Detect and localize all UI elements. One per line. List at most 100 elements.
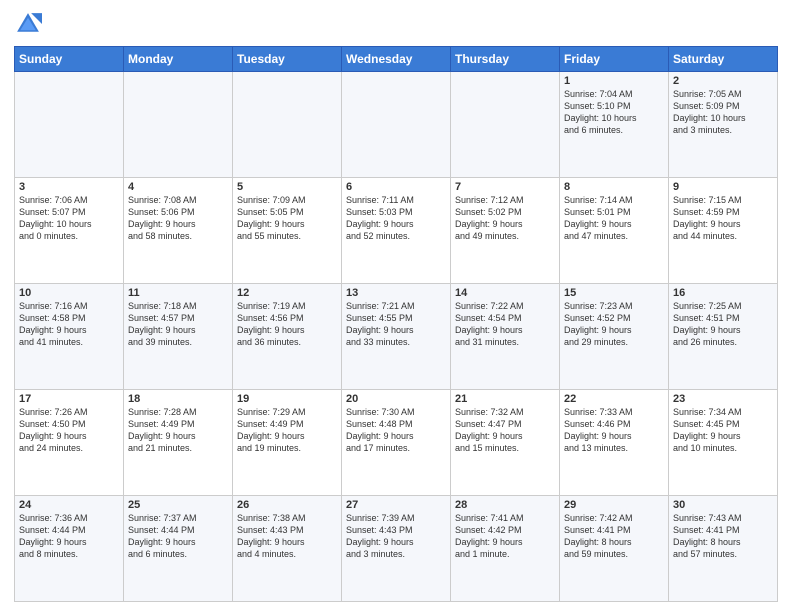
cell-info: Sunrise: 7:23 AM Sunset: 4:52 PM Dayligh… [564,300,664,349]
day-number: 24 [19,499,119,511]
cell-info: Sunrise: 7:16 AM Sunset: 4:58 PM Dayligh… [19,300,119,349]
cell-info: Sunrise: 7:14 AM Sunset: 5:01 PM Dayligh… [564,194,664,243]
calendar-cell: 12Sunrise: 7:19 AM Sunset: 4:56 PM Dayli… [233,284,342,390]
weekday-header-thursday: Thursday [451,47,560,72]
calendar-cell: 3Sunrise: 7:06 AM Sunset: 5:07 PM Daylig… [15,178,124,284]
day-number: 29 [564,499,664,511]
day-number: 28 [455,499,555,511]
day-number: 22 [564,393,664,405]
cell-info: Sunrise: 7:05 AM Sunset: 5:09 PM Dayligh… [673,88,773,137]
calendar-cell: 1Sunrise: 7:04 AM Sunset: 5:10 PM Daylig… [560,72,669,178]
calendar-cell: 26Sunrise: 7:38 AM Sunset: 4:43 PM Dayli… [233,496,342,602]
logo-icon [14,10,42,38]
weekday-header-saturday: Saturday [669,47,778,72]
day-number: 13 [346,287,446,299]
day-number: 4 [128,181,228,193]
calendar-cell: 18Sunrise: 7:28 AM Sunset: 4:49 PM Dayli… [124,390,233,496]
weekday-header-friday: Friday [560,47,669,72]
day-number: 3 [19,181,119,193]
calendar-cell [15,72,124,178]
day-number: 30 [673,499,773,511]
calendar-row-1: 3Sunrise: 7:06 AM Sunset: 5:07 PM Daylig… [15,178,778,284]
cell-info: Sunrise: 7:26 AM Sunset: 4:50 PM Dayligh… [19,406,119,455]
cell-info: Sunrise: 7:06 AM Sunset: 5:07 PM Dayligh… [19,194,119,243]
day-number: 21 [455,393,555,405]
cell-info: Sunrise: 7:28 AM Sunset: 4:49 PM Dayligh… [128,406,228,455]
header [14,10,778,38]
day-number: 2 [673,75,773,87]
calendar-row-3: 17Sunrise: 7:26 AM Sunset: 4:50 PM Dayli… [15,390,778,496]
cell-info: Sunrise: 7:11 AM Sunset: 5:03 PM Dayligh… [346,194,446,243]
day-number: 7 [455,181,555,193]
calendar-cell: 22Sunrise: 7:33 AM Sunset: 4:46 PM Dayli… [560,390,669,496]
calendar-cell [124,72,233,178]
day-number: 26 [237,499,337,511]
calendar-table: SundayMondayTuesdayWednesdayThursdayFrid… [14,46,778,602]
day-number: 20 [346,393,446,405]
weekday-header-monday: Monday [124,47,233,72]
calendar-cell: 14Sunrise: 7:22 AM Sunset: 4:54 PM Dayli… [451,284,560,390]
day-number: 9 [673,181,773,193]
weekday-header-tuesday: Tuesday [233,47,342,72]
cell-info: Sunrise: 7:08 AM Sunset: 5:06 PM Dayligh… [128,194,228,243]
calendar-cell: 28Sunrise: 7:41 AM Sunset: 4:42 PM Dayli… [451,496,560,602]
calendar-cell: 23Sunrise: 7:34 AM Sunset: 4:45 PM Dayli… [669,390,778,496]
cell-info: Sunrise: 7:37 AM Sunset: 4:44 PM Dayligh… [128,512,228,561]
cell-info: Sunrise: 7:42 AM Sunset: 4:41 PM Dayligh… [564,512,664,561]
day-number: 25 [128,499,228,511]
calendar-cell: 17Sunrise: 7:26 AM Sunset: 4:50 PM Dayli… [15,390,124,496]
calendar-cell: 21Sunrise: 7:32 AM Sunset: 4:47 PM Dayli… [451,390,560,496]
day-number: 19 [237,393,337,405]
cell-info: Sunrise: 7:25 AM Sunset: 4:51 PM Dayligh… [673,300,773,349]
calendar-row-0: 1Sunrise: 7:04 AM Sunset: 5:10 PM Daylig… [15,72,778,178]
calendar-row-2: 10Sunrise: 7:16 AM Sunset: 4:58 PM Dayli… [15,284,778,390]
cell-info: Sunrise: 7:21 AM Sunset: 4:55 PM Dayligh… [346,300,446,349]
cell-info: Sunrise: 7:19 AM Sunset: 4:56 PM Dayligh… [237,300,337,349]
calendar-cell: 19Sunrise: 7:29 AM Sunset: 4:49 PM Dayli… [233,390,342,496]
cell-info: Sunrise: 7:39 AM Sunset: 4:43 PM Dayligh… [346,512,446,561]
calendar-cell [342,72,451,178]
day-number: 12 [237,287,337,299]
calendar-cell: 24Sunrise: 7:36 AM Sunset: 4:44 PM Dayli… [15,496,124,602]
calendar-cell: 13Sunrise: 7:21 AM Sunset: 4:55 PM Dayli… [342,284,451,390]
day-number: 8 [564,181,664,193]
calendar-cell: 30Sunrise: 7:43 AM Sunset: 4:41 PM Dayli… [669,496,778,602]
calendar-cell: 25Sunrise: 7:37 AM Sunset: 4:44 PM Dayli… [124,496,233,602]
day-number: 5 [237,181,337,193]
cell-info: Sunrise: 7:41 AM Sunset: 4:42 PM Dayligh… [455,512,555,561]
weekday-header-wednesday: Wednesday [342,47,451,72]
calendar-cell: 9Sunrise: 7:15 AM Sunset: 4:59 PM Daylig… [669,178,778,284]
calendar-cell: 11Sunrise: 7:18 AM Sunset: 4:57 PM Dayli… [124,284,233,390]
cell-info: Sunrise: 7:34 AM Sunset: 4:45 PM Dayligh… [673,406,773,455]
logo [14,10,46,38]
day-number: 1 [564,75,664,87]
day-number: 14 [455,287,555,299]
cell-info: Sunrise: 7:15 AM Sunset: 4:59 PM Dayligh… [673,194,773,243]
day-number: 10 [19,287,119,299]
calendar-cell: 5Sunrise: 7:09 AM Sunset: 5:05 PM Daylig… [233,178,342,284]
calendar-cell: 27Sunrise: 7:39 AM Sunset: 4:43 PM Dayli… [342,496,451,602]
calendar-cell: 7Sunrise: 7:12 AM Sunset: 5:02 PM Daylig… [451,178,560,284]
page: SundayMondayTuesdayWednesdayThursdayFrid… [0,0,792,612]
day-number: 11 [128,287,228,299]
calendar-cell: 15Sunrise: 7:23 AM Sunset: 4:52 PM Dayli… [560,284,669,390]
day-number: 15 [564,287,664,299]
day-number: 27 [346,499,446,511]
cell-info: Sunrise: 7:04 AM Sunset: 5:10 PM Dayligh… [564,88,664,137]
calendar-cell [451,72,560,178]
day-number: 6 [346,181,446,193]
cell-info: Sunrise: 7:18 AM Sunset: 4:57 PM Dayligh… [128,300,228,349]
day-number: 16 [673,287,773,299]
day-number: 17 [19,393,119,405]
calendar-cell: 29Sunrise: 7:42 AM Sunset: 4:41 PM Dayli… [560,496,669,602]
calendar-cell: 4Sunrise: 7:08 AM Sunset: 5:06 PM Daylig… [124,178,233,284]
cell-info: Sunrise: 7:30 AM Sunset: 4:48 PM Dayligh… [346,406,446,455]
cell-info: Sunrise: 7:09 AM Sunset: 5:05 PM Dayligh… [237,194,337,243]
calendar-cell: 6Sunrise: 7:11 AM Sunset: 5:03 PM Daylig… [342,178,451,284]
cell-info: Sunrise: 7:33 AM Sunset: 4:46 PM Dayligh… [564,406,664,455]
cell-info: Sunrise: 7:38 AM Sunset: 4:43 PM Dayligh… [237,512,337,561]
calendar-cell: 8Sunrise: 7:14 AM Sunset: 5:01 PM Daylig… [560,178,669,284]
day-number: 18 [128,393,228,405]
day-number: 23 [673,393,773,405]
cell-info: Sunrise: 7:43 AM Sunset: 4:41 PM Dayligh… [673,512,773,561]
